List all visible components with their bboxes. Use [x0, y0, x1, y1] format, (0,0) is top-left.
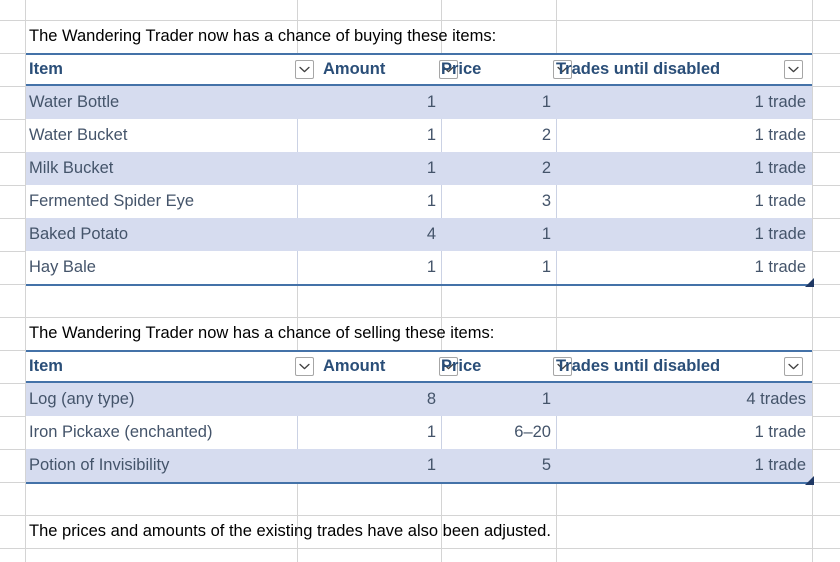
chevron-down-icon	[299, 363, 310, 370]
table-bottom-border	[26, 278, 814, 287]
table-header-row: Item Amount Price Trades until disabled	[26, 53, 812, 86]
cell-trades: 4 trades	[746, 390, 806, 409]
cell-trades: 1 trade	[754, 258, 806, 277]
column-header-price[interactable]: Price	[441, 352, 527, 381]
cell-amount: 4	[426, 225, 436, 244]
cell-price: 5	[541, 456, 551, 475]
cell-amount: 1	[426, 93, 436, 112]
column-header-label: Price	[441, 60, 482, 79]
chevron-down-icon	[299, 66, 310, 73]
filter-dropdown-item[interactable]	[295, 60, 314, 79]
cell-trades: 1 trade	[754, 225, 806, 244]
column-header-label: Trades until disabled	[556, 60, 721, 79]
table-bottom-border	[26, 476, 814, 485]
column-header-label: Price	[441, 357, 482, 376]
column-header-label: Amount	[323, 60, 386, 79]
filter-dropdown-trades[interactable]	[784, 60, 803, 79]
cell-amount: 1	[426, 456, 436, 475]
cell-item: Baked Potato	[29, 225, 129, 244]
table-row[interactable]: Water Bottle 1 1 1 trade	[26, 86, 812, 119]
cell-item: Water Bucket	[29, 126, 128, 145]
column-header-label: Trades until disabled	[556, 357, 721, 376]
cell-price: 1	[541, 390, 551, 409]
column-header-item[interactable]: Item	[29, 352, 297, 381]
cell-amount: 8	[426, 390, 436, 409]
table-row[interactable]: Milk Bucket 1 2 1 trade	[26, 152, 812, 185]
chevron-down-icon	[788, 363, 799, 370]
cell-price: 3	[541, 192, 551, 211]
spreadsheet-canvas[interactable]: The Wandering Trader now has a chance of…	[0, 0, 840, 562]
cell-trades: 1 trade	[754, 159, 806, 178]
cell-item: Log (any type)	[29, 390, 135, 409]
column-header-price[interactable]: Price	[441, 55, 527, 84]
table-row[interactable]: Fermented Spider Eye 1 3 1 trade	[26, 185, 812, 218]
cell-item: Iron Pickaxe (enchanted)	[29, 423, 213, 442]
cell-item: Potion of Invisibility	[29, 456, 170, 475]
table-resize-handle[interactable]	[805, 476, 814, 485]
cell-price: 1	[541, 93, 551, 112]
column-header-label: Item	[29, 60, 63, 79]
column-header-trades[interactable]: Trades until disabled	[556, 352, 796, 381]
column-header-label: Amount	[323, 357, 386, 376]
cell-amount: 1	[426, 258, 436, 277]
cell-item: Hay Bale	[29, 258, 96, 277]
cell-amount: 1	[426, 192, 436, 211]
filter-dropdown-trades[interactable]	[784, 357, 803, 376]
table-row[interactable]: Baked Potato 4 1 1 trade	[26, 218, 812, 251]
table-row[interactable]: Log (any type) 8 1 4 trades	[26, 383, 812, 416]
cell-trades: 1 trade	[754, 93, 806, 112]
cell-price: 1	[541, 258, 551, 277]
cell-price: 6–20	[514, 423, 551, 442]
selling-items-table[interactable]: Item Amount Price Trades until disabled …	[26, 350, 814, 485]
cell-amount: 1	[426, 423, 436, 442]
cell-trades: 1 trade	[754, 456, 806, 475]
table-resize-handle[interactable]	[805, 278, 814, 287]
column-header-amount[interactable]: Amount	[323, 352, 438, 381]
cell-amount: 1	[426, 126, 436, 145]
column-header-amount[interactable]: Amount	[323, 55, 438, 84]
cell-price: 1	[541, 225, 551, 244]
paragraph-selling-intro: The Wandering Trader now has a chance of…	[29, 324, 495, 343]
table-row[interactable]: Water Bucket 1 2 1 trade	[26, 119, 812, 152]
chevron-down-icon	[788, 66, 799, 73]
table-row[interactable]: Potion of Invisibility 1 5 1 trade	[26, 449, 812, 482]
cell-item: Fermented Spider Eye	[29, 192, 195, 211]
paragraph-footer-note: The prices and amounts of the existing t…	[29, 522, 551, 541]
buying-items-table[interactable]: Item Amount Price Trades until disabled …	[26, 53, 814, 287]
cell-item: Water Bottle	[29, 93, 120, 112]
gridline-horizontal	[0, 548, 840, 549]
column-header-label: Item	[29, 357, 63, 376]
table-row[interactable]: Iron Pickaxe (enchanted) 1 6–20 1 trade	[26, 416, 812, 449]
paragraph-buying-intro: The Wandering Trader now has a chance of…	[29, 27, 497, 46]
cell-trades: 1 trade	[754, 126, 806, 145]
column-header-trades[interactable]: Trades until disabled	[556, 55, 796, 84]
cell-price: 2	[541, 126, 551, 145]
cell-amount: 1	[426, 159, 436, 178]
cell-price: 2	[541, 159, 551, 178]
table-header-row: Item Amount Price Trades until disabled	[26, 350, 812, 383]
column-header-item[interactable]: Item	[29, 55, 297, 84]
cell-trades: 1 trade	[754, 192, 806, 211]
cell-item: Milk Bucket	[29, 159, 114, 178]
cell-trades: 1 trade	[754, 423, 806, 442]
filter-dropdown-item[interactable]	[295, 357, 314, 376]
table-row[interactable]: Hay Bale 1 1 1 trade	[26, 251, 812, 284]
